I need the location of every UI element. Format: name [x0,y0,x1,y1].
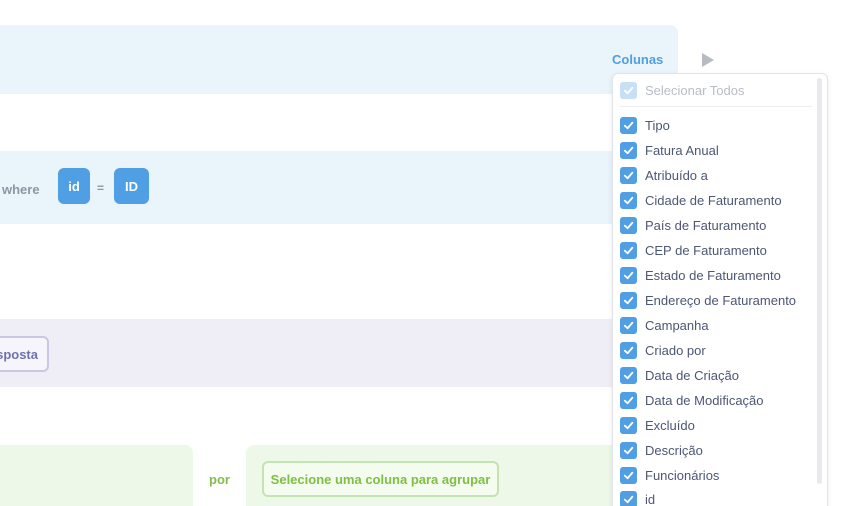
column-option-label: Campanha [645,317,709,333]
data-step-band [0,25,678,94]
divider [620,106,812,107]
column-option-label: Endereço de Faturamento [645,292,797,308]
where-label: where [2,182,40,197]
checkbox-checked-icon[interactable] [620,191,637,209]
column-option[interactable]: id [620,489,655,506]
checkbox-checked-icon[interactable] [620,291,637,309]
column-option-label: Data de Modificação [645,392,764,408]
column-option[interactable]: Cidade de Faturamento [620,190,782,210]
column-option[interactable]: Tipo [620,115,670,135]
checkbox-checked-icon[interactable] [620,316,637,334]
column-option-label: Data de Criação [645,367,739,383]
column-option[interactable]: Data de Criação [620,365,739,385]
column-option[interactable]: Endereço de Faturamento [620,290,796,310]
column-option-label: Descrição [645,442,703,458]
checkbox-checked-icon[interactable] [620,441,637,459]
column-option-label: Tipo [645,117,670,133]
column-option[interactable]: Data de Modificação [620,390,764,410]
checkbox-checked-icon[interactable] [620,81,637,99]
custom-column-step-band [0,319,678,387]
checkbox-checked-icon[interactable] [620,116,637,134]
column-option-label: Criado por [645,342,706,358]
column-option-label: Fatura Anual [645,142,719,158]
column-option[interactable]: CEP de Faturamento [620,240,767,260]
checkbox-checked-icon[interactable] [620,341,637,359]
group-by-picker-button[interactable]: Selecione uma coluna para agrupar [262,461,499,497]
checkbox-checked-icon[interactable] [620,241,637,259]
column-option[interactable]: Excluído [620,415,695,435]
join-operator[interactable]: = [97,181,104,195]
summarize-metrics-band [0,445,193,506]
column-option-label: Excluído [645,417,695,433]
checkbox-checked-icon[interactable] [620,490,637,506]
select-all-option[interactable]: Selecionar Todos [620,80,745,100]
column-option-label: País de Faturamento [645,217,767,233]
checkbox-checked-icon[interactable] [620,266,637,284]
play-icon[interactable] [702,53,714,67]
column-option[interactable]: Criado por [620,340,706,360]
checkbox-checked-icon[interactable] [620,416,637,434]
by-label: por [209,472,230,487]
checkbox-checked-icon[interactable] [620,466,637,484]
columns-toggle-link[interactable]: Colunas [612,52,663,67]
column-option[interactable]: Descrição [620,440,703,460]
column-option[interactable]: Atribuído a [620,165,708,185]
column-option[interactable]: Fatura Anual [620,140,719,160]
custom-column-pill[interactable]: sposta [0,336,49,372]
column-option-label: Estado de Faturamento [645,267,781,283]
checkbox-checked-icon[interactable] [620,216,637,234]
column-option-label: Funcionários [645,467,720,483]
column-option-label: id [645,491,656,506]
column-option-label: Cidade de Faturamento [645,192,782,208]
checkbox-checked-icon[interactable] [620,166,637,184]
join-left-field-pill[interactable]: id [58,168,90,204]
column-option-label: Atribuído a [645,167,708,183]
column-option-label: CEP de Faturamento [645,242,767,258]
column-option[interactable]: País de Faturamento [620,215,766,235]
checkbox-checked-icon[interactable] [620,366,637,384]
checkbox-checked-icon[interactable] [620,391,637,409]
column-option[interactable]: Funcionários [620,465,719,485]
join-right-field-pill[interactable]: ID [114,168,149,204]
column-option[interactable]: Campanha [620,315,709,335]
popover-scrollbar[interactable] [817,78,822,484]
checkbox-checked-icon[interactable] [620,141,637,159]
column-option[interactable]: Estado de Faturamento [620,265,781,285]
select-all-label: Selecionar Todos [645,82,745,98]
